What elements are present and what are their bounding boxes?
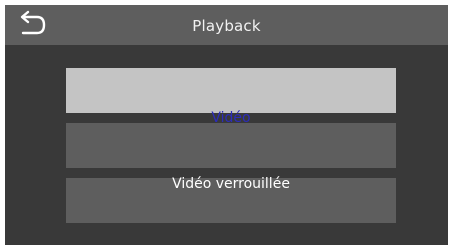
back-arrow-icon [20,10,46,35]
page-title: Playback [192,17,261,35]
playback-screen: Playback Vidéo Vidéo verrouillée [5,5,448,245]
menu-item-locked-video-label: Vidéo verrouillée [172,176,290,192]
menu-item-video[interactable]: Vidéo [66,68,396,126]
back-button[interactable] [15,10,49,40]
header-bar: Playback [5,5,448,45]
menu-item-locked-video[interactable] [66,123,396,168]
